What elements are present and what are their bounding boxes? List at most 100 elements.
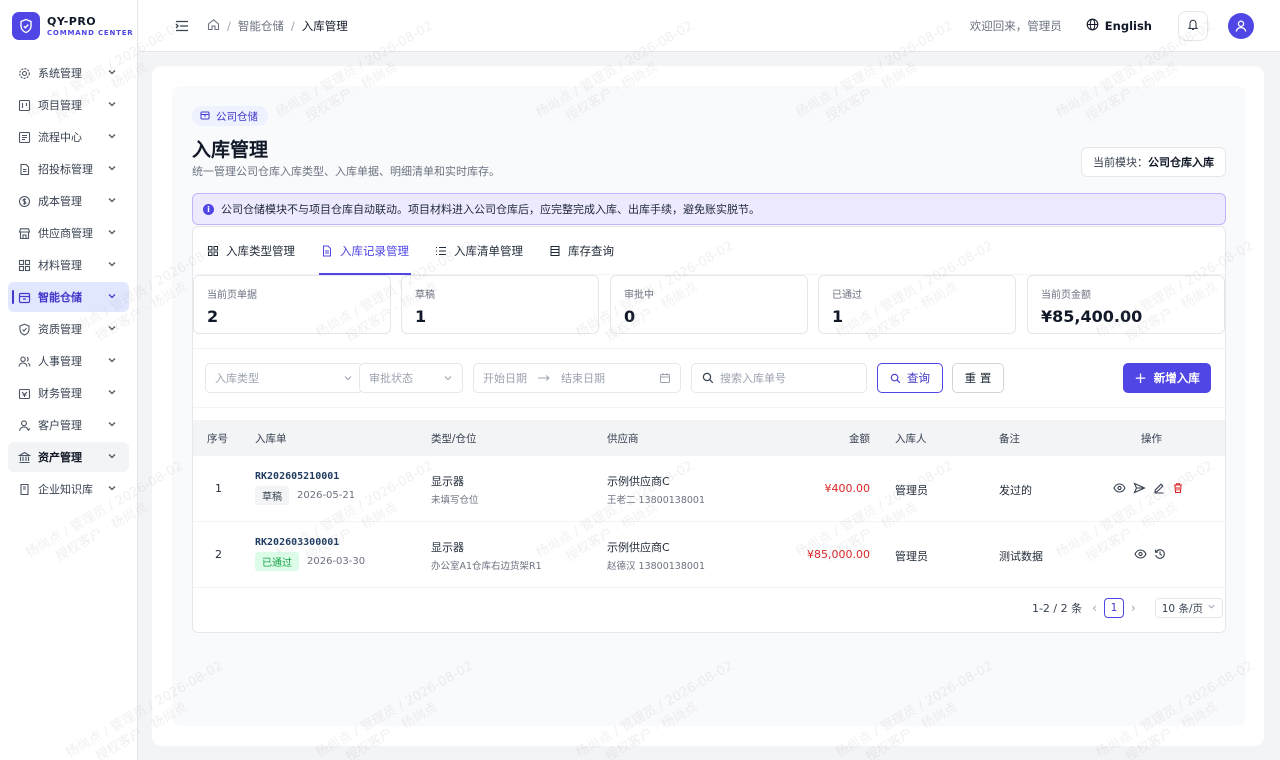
tab-label: 入库清单管理 (454, 244, 523, 258)
type-cell: 显示器 办公室A1仓库右边货架R1 (431, 539, 542, 572)
sidebar-item[interactable]: 人事管理 (8, 346, 129, 376)
eye-icon[interactable] (1134, 548, 1147, 560)
notice-text: 公司仓储模块不与项目仓库自动联动。项目材料进入公司仓库后，应完整完成入库、出库手… (221, 203, 760, 216)
supplier-cell: 示例供应商C 王老二 13800138001 (607, 473, 705, 506)
history-icon[interactable] (1154, 548, 1166, 560)
operator-value: 管理员 (895, 484, 928, 497)
table-icon (549, 245, 561, 257)
users-icon (17, 354, 31, 368)
sidebar-item-label: 系统管理 (38, 67, 82, 80)
tab[interactable]: 入库类型管理 (205, 227, 297, 275)
sidebar-item[interactable]: 资质管理 (8, 314, 129, 344)
user-icon (17, 418, 31, 432)
supplier-contact: 王老二 13800138001 (607, 495, 706, 506)
chevron-down-icon (107, 451, 117, 464)
eye-icon[interactable] (1113, 482, 1126, 494)
stats-row: 当前页单据 2 草稿 1 审批中 0 已通过 1 当前页金额 ¥85,400.00 (193, 275, 1225, 335)
type-value: 显示器 (431, 475, 464, 488)
edit-icon[interactable] (1153, 482, 1165, 494)
sidebar-item[interactable]: 成本管理 (8, 186, 129, 216)
column-header: 供应商 (607, 432, 639, 445)
pagination: 1-2 / 2 条 ‹ 1 › 10 条/页 (1032, 595, 1223, 621)
query-label: 查询 (907, 371, 930, 385)
stat-label: 当前页金额 (1041, 290, 1091, 301)
doc-number-link[interactable]: RK202603300001 (255, 537, 365, 548)
start-date-input[interactable]: 开始日期 (483, 370, 527, 386)
sidebar-item[interactable]: 招投标管理 (8, 154, 129, 184)
status-select[interactable]: 审批状态 (359, 363, 463, 393)
stat-card: 当前页金额 ¥85,400.00 (1027, 275, 1225, 334)
plus-icon: + (1134, 369, 1147, 387)
language-switch[interactable]: English (1086, 18, 1152, 34)
chevron-down-icon (443, 373, 453, 386)
tab[interactable]: 入库清单管理 (433, 227, 525, 275)
sidebar-item[interactable]: 项目管理 (8, 90, 129, 120)
table-row[interactable]: 1 RK202605210001 草稿 2026-05-21 显示器 未填写仓位… (193, 456, 1225, 522)
avatar[interactable] (1228, 13, 1254, 39)
chevron-down-icon (107, 387, 117, 400)
sidebar-item[interactable]: 客户管理 (8, 410, 129, 440)
page-container: 公司仓储 入库管理 统一管理公司仓库入库类型、入库单据、明细清单和实时库存。 当… (172, 86, 1246, 726)
doc-date: 2026-05-21 (297, 490, 356, 501)
prev-page-icon[interactable]: ‹ (1092, 601, 1097, 615)
date-range-picker[interactable]: 开始日期 结束日期 (473, 363, 681, 393)
stat-card: 已通过 1 (818, 275, 1016, 334)
sidebar-item[interactable]: 资产管理 (8, 442, 129, 472)
remark-value: 测试数据 (999, 550, 1043, 563)
brand[interactable]: QY-PRO COMMAND CENTER (0, 0, 137, 52)
sidebar-item[interactable]: 系统管理 (8, 58, 129, 88)
sidebar-item[interactable]: 企业知识库 (8, 474, 129, 504)
stat-card: 审批中 0 (610, 275, 808, 334)
stat-label: 已通过 (832, 290, 862, 301)
file-icon (321, 245, 333, 257)
sidebar-item-label: 智能仓储 (38, 291, 82, 304)
list-icon (17, 130, 31, 144)
row-actions (1113, 482, 1191, 494)
stat-label: 当前页单据 (207, 290, 257, 301)
status-badge: 已通过 (255, 552, 299, 571)
notification-button[interactable] (1178, 11, 1208, 41)
stat-value: 0 (624, 307, 636, 326)
status-select-placeholder: 审批状态 (369, 372, 413, 385)
supplier-name: 示例供应商C (607, 475, 670, 488)
send-icon[interactable] (1133, 482, 1146, 494)
query-button[interactable]: 查询 (877, 363, 943, 393)
sidebar-item[interactable]: 流程中心 (8, 122, 129, 152)
sidebar-item[interactable]: 智能仓储 (8, 282, 129, 312)
gear-icon (17, 66, 31, 80)
page-size-select[interactable]: 10 条/页 (1154, 598, 1223, 618)
chevron-down-icon (107, 195, 117, 208)
stat-value: 1 (832, 307, 844, 326)
type-value: 显示器 (431, 541, 464, 554)
calendar-icon (659, 372, 671, 387)
chevron-down-icon (107, 419, 117, 432)
breadcrumb-separator: / (290, 18, 295, 33)
column-header: 备注 (999, 432, 1020, 445)
end-date-input[interactable]: 结束日期 (561, 370, 605, 386)
chevron-down-icon (107, 227, 117, 240)
table-header: 序号 入库单 类型/仓位 供应商 金额 入库人 备注 操作 (193, 420, 1225, 456)
tab[interactable]: 入库记录管理 (319, 227, 411, 275)
delete-icon[interactable] (1172, 482, 1184, 494)
next-page-icon[interactable]: › (1131, 601, 1136, 615)
tab-label: 入库类型管理 (226, 244, 295, 258)
sidebar-item[interactable]: 供应商管理 (8, 218, 129, 248)
menu-toggle-icon[interactable] (174, 18, 190, 34)
doc-number-link[interactable]: RK202605210001 (255, 471, 355, 482)
table-row[interactable]: 2 RK202603300001 已通过 2026-03-30 显示器 办公室A… (193, 522, 1225, 588)
add-inbound-button[interactable]: + 新增入库 (1123, 363, 1211, 393)
row-index: 1 (215, 482, 222, 495)
chevron-down-icon (343, 373, 353, 386)
sidebar-nav: 系统管理项目管理 流程中心 招投标管理 成本管理 供应商管理 材料管理智能仓储资质管理人事… (0, 58, 137, 504)
reset-button[interactable]: 重 置 (952, 363, 1004, 393)
type-select[interactable]: 入库类型 (205, 363, 363, 393)
tab[interactable]: 库存查询 (547, 227, 616, 275)
search-input[interactable]: 搜索入库单号 (691, 363, 867, 393)
chevron-down-icon (107, 291, 117, 304)
sidebar-item[interactable]: 财务管理 (8, 378, 129, 408)
home-icon[interactable] (207, 18, 220, 34)
page-button-current[interactable]: 1 (1103, 598, 1124, 618)
sidebar-item-label: 人事管理 (38, 355, 82, 368)
breadcrumb-item-warehouse[interactable]: 智能仓储 (238, 18, 284, 34)
sidebar-item[interactable]: 材料管理 (8, 250, 129, 280)
